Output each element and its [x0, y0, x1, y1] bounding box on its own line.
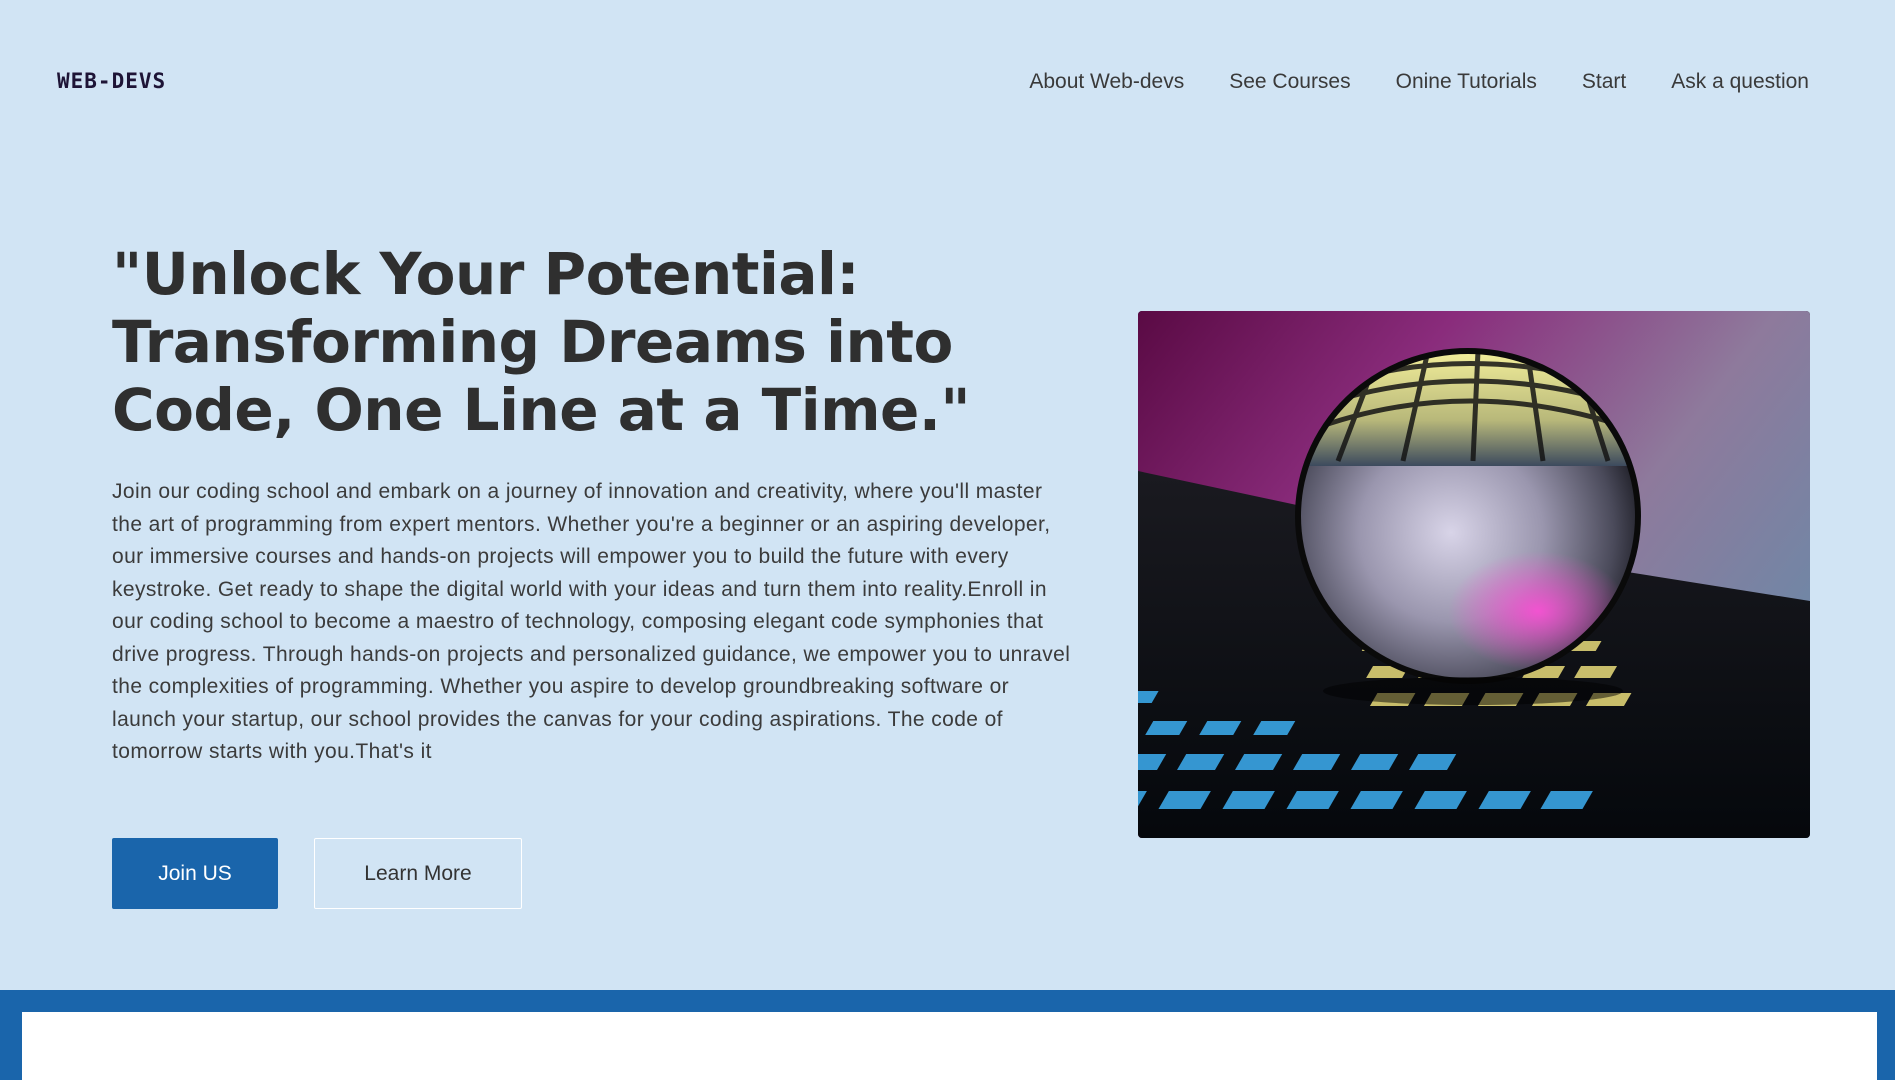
learn-more-button[interactable]: Learn More	[314, 838, 522, 909]
nav-link-tutorials[interactable]: Onine Tutorials	[1396, 68, 1537, 96]
nav-link-courses[interactable]: See Courses	[1229, 68, 1350, 96]
main-nav: About Web-devs See Courses Onine Tutoria…	[1029, 68, 1809, 96]
next-section-panel	[22, 1012, 1877, 1080]
hero-headline: "Unlock Your Potential: Transforming Dre…	[112, 240, 971, 444]
nav-link-start[interactable]: Start	[1582, 68, 1626, 96]
join-us-button[interactable]: Join US	[112, 838, 278, 909]
hero-text-section: "Unlock Your Potential: Transforming Dre…	[112, 240, 1082, 769]
site-header: WEB-DEVS About Web-devs See Courses Onin…	[0, 0, 1895, 160]
nav-link-about[interactable]: About Web-devs	[1029, 68, 1184, 96]
site-logo[interactable]: WEB-DEVS	[57, 68, 166, 94]
hero-actions: Join US Learn More	[112, 838, 522, 909]
hero-image-crystal-ball	[1138, 311, 1810, 838]
nav-link-ask-question[interactable]: Ask a question	[1671, 68, 1809, 96]
hero-description: Join our coding school and embark on a j…	[112, 480, 1071, 763]
